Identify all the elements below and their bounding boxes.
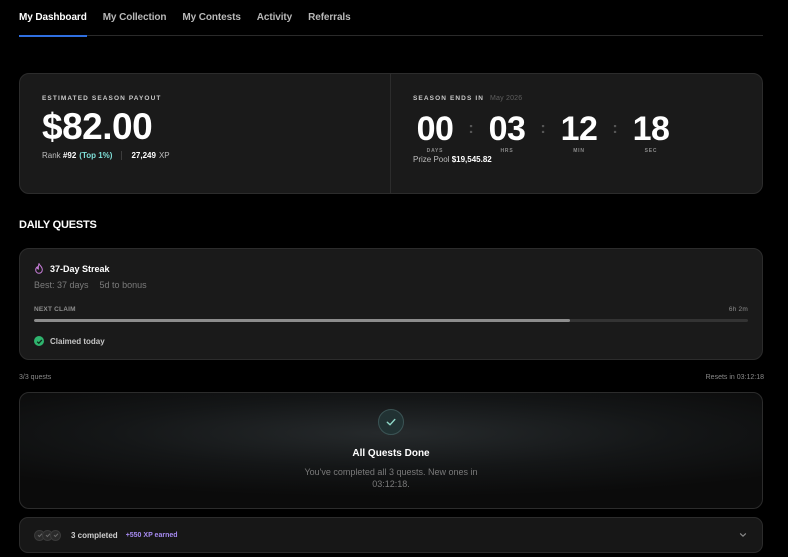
seconds-value: 18 bbox=[632, 110, 670, 148]
claimed-text: Claimed today bbox=[50, 336, 105, 346]
next-claim-row: NEXT CLAIM 6h 2m bbox=[34, 306, 748, 313]
streak-subtitle: Best: 37 days 5d to bonus bbox=[34, 280, 748, 290]
prize-pool: Prize Pool $19,545.82 bbox=[413, 155, 762, 164]
minutes-value: 12 bbox=[560, 110, 598, 148]
chevron-down-icon[interactable] bbox=[738, 530, 748, 540]
tab-my-contests[interactable]: My Contests bbox=[182, 0, 240, 36]
next-claim-label: NEXT CLAIM bbox=[34, 306, 76, 313]
next-claim-time: 6h 2m bbox=[728, 306, 748, 313]
streak-title: 37-Day Streak bbox=[50, 263, 110, 274]
completed-count: 3 completed bbox=[71, 530, 118, 540]
season-payout-panel: ESTIMATED SEASON PAYOUT $82.00 Rank #92(… bbox=[20, 74, 391, 193]
minutes-label: MIN bbox=[573, 148, 585, 154]
rank-top-percent: (Top 1%) bbox=[79, 151, 113, 160]
season-ends-text: SEASON ENDS IN bbox=[413, 95, 485, 102]
prize-pool-amount: $19,545.82 bbox=[451, 155, 492, 164]
days-label: DAYS bbox=[426, 148, 444, 154]
progress-fill bbox=[34, 319, 570, 322]
check-icon bbox=[50, 529, 61, 541]
streak-best: Best: 37 days bbox=[34, 280, 89, 290]
next-claim-progress-bar bbox=[34, 319, 748, 322]
countdown-separator: : bbox=[540, 120, 546, 137]
tab-my-dashboard[interactable]: My Dashboard bbox=[19, 0, 87, 37]
check-icon bbox=[378, 409, 404, 435]
completed-checks bbox=[34, 529, 61, 541]
countdown-seconds: 18 SEC bbox=[629, 111, 673, 154]
completed-quests-toggle[interactable]: 3 completed +550 XP earned bbox=[19, 517, 763, 553]
quests-meta-row: 3/3 quests Resets in 03:12:18 bbox=[19, 374, 764, 381]
divider bbox=[121, 151, 123, 160]
countdown-separator: : bbox=[612, 120, 618, 137]
payout-amount: $82.00 bbox=[42, 106, 153, 147]
streak-card: 37-Day Streak Best: 37 days 5d to bonus N… bbox=[19, 248, 763, 360]
rank-prefix: Rank bbox=[42, 151, 61, 160]
check-circle-icon bbox=[34, 336, 44, 346]
streak-header: 37-Day Streak bbox=[34, 263, 748, 274]
all-quests-done-text: You've completed all 3 quests. New ones … bbox=[304, 467, 478, 489]
all-quests-done-title: All Quests Done bbox=[352, 448, 430, 459]
daily-quests-title: DAILY QUESTS bbox=[19, 219, 97, 231]
quests-count: 3/3 quests bbox=[19, 374, 52, 381]
xp-earned: +550 XP earned bbox=[125, 531, 178, 539]
hours-value: 03 bbox=[488, 110, 526, 148]
prize-pool-label: Prize Pool bbox=[413, 155, 450, 164]
hours-label: HRS bbox=[500, 148, 514, 154]
days-value: 00 bbox=[416, 110, 454, 148]
quests-reset-timer: Resets in 03:12:18 bbox=[705, 374, 764, 381]
season-ends-month: May 2026 bbox=[490, 95, 523, 102]
season-card: ESTIMATED SEASON PAYOUT $82.00 Rank #92(… bbox=[19, 73, 763, 194]
claimed-status: Claimed today bbox=[34, 336, 748, 346]
xp-value: 27,249 bbox=[131, 151, 156, 160]
xp-unit: XP bbox=[158, 151, 170, 160]
countdown-hours: 03 HRS bbox=[485, 111, 529, 154]
countdown-days: 00 DAYS bbox=[413, 111, 457, 154]
season-ends-label: SEASON ENDS IN May 2026 bbox=[413, 95, 762, 102]
all-quests-done-card: All Quests Done You've completed all 3 q… bbox=[19, 392, 763, 509]
payout-label: ESTIMATED SEASON PAYOUT bbox=[42, 95, 162, 102]
countdown-minutes: 12 MIN bbox=[557, 111, 601, 154]
tab-referrals[interactable]: Referrals bbox=[308, 0, 351, 36]
rank-row: Rank #92 (Top 1%) 27,249 XP bbox=[42, 151, 390, 160]
seconds-label: SEC bbox=[644, 148, 658, 154]
rank-number: #92 bbox=[62, 151, 77, 160]
countdown: 00 DAYS : 03 HRS : 12 MIN : 18 SEC bbox=[413, 111, 762, 154]
flame-icon bbox=[35, 263, 43, 274]
countdown-separator: : bbox=[468, 120, 474, 137]
tab-my-collection[interactable]: My Collection bbox=[103, 0, 167, 36]
tab-activity[interactable]: Activity bbox=[257, 0, 292, 36]
dashboard-tabs: My Dashboard My Collection My Contests A… bbox=[19, 0, 763, 37]
streak-bonus: 5d to bonus bbox=[99, 280, 147, 290]
season-countdown-panel: SEASON ENDS IN May 2026 00 DAYS : 03 HRS : … bbox=[391, 74, 762, 193]
